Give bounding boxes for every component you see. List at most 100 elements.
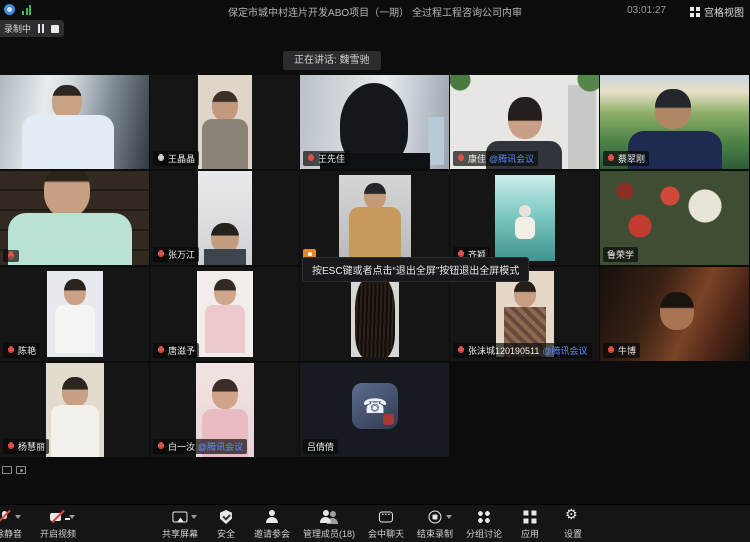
mic-muted-icon [307,154,315,164]
video-placeholder [198,171,252,265]
video-tile[interactable]: 蔡翠刚 [600,75,749,169]
settings-icon [565,509,581,525]
person-head [655,89,691,129]
person-head [214,279,236,305]
participant-name-label: 鲁荣学 [603,247,638,262]
toolbar-button-mic-off[interactable]: 解除静音 [0,509,22,540]
toolbar-button-shield[interactable]: 安全 [211,509,241,540]
person-body [202,119,248,169]
video-tile[interactable]: 唐滋予 [150,267,299,361]
toolbar-button-apps[interactable]: 应用 [515,509,545,540]
stop-record-icon [429,511,442,524]
mic-muted-icon [607,346,615,356]
meeting-window: 保定市城中村连片开发ABO项目（一期） 全过程工程咨询公司内审 03:01:27… [0,0,750,542]
person-head [52,85,82,119]
toolbar-button-invite[interactable]: 邀请参会 [254,509,290,540]
mini-camera-icon[interactable] [16,466,26,474]
participant-name-label: 康佳@腾讯会议 [453,151,538,166]
person-head [355,275,395,357]
video-tile[interactable]: 康佳@腾讯会议 [450,75,599,169]
person-head [352,383,398,429]
mic-muted-icon [457,346,465,356]
mic-muted-icon [157,442,165,452]
participant-name-label: 唐滋予 [153,343,199,358]
video-tile[interactable]: 杨慧丽 [0,363,149,457]
person-head [212,379,238,409]
toolbar-iconbox [171,509,189,525]
toolbar-button-members[interactable]: 管理成员(18) [303,509,355,540]
person-body [55,305,95,353]
participant-name: 蔡翠刚 [618,152,645,165]
recording-label: 录制中 [4,22,31,35]
video-tile[interactable] [0,75,149,169]
person-body [22,115,114,169]
participant-name: 康佳 [468,152,486,165]
participant-name-label: 白一汝@腾讯会议 [153,439,247,454]
participant-name: 张沫城120190511 [468,344,539,357]
person-head [519,205,531,217]
video-placeholder [351,271,399,357]
chevron-down-icon[interactable] [446,515,452,522]
video-placeholder [47,271,103,357]
video-tile[interactable] [300,171,449,265]
toolbar-iconbox [564,509,582,525]
video-placeholder [495,175,555,261]
toolbar-button-label: 开启视频 [40,527,76,540]
chevron-down-icon[interactable] [191,515,197,522]
grid-view-label: 宫格视图 [704,4,744,19]
grid-view-toggle[interactable]: 宫格视图 [690,4,744,19]
breakout-icon [478,511,491,524]
video-tile[interactable]: 牛博 [600,267,749,361]
chevron-down-icon[interactable] [15,515,21,522]
toolbar-iconbox [0,509,13,525]
video-tile[interactable]: 白一汝@腾讯会议 [150,363,299,457]
video-tile[interactable]: 王先佳 [300,75,449,169]
person-body [515,217,535,239]
toolbar-button-label: 安全 [217,527,235,540]
video-tile[interactable]: 吕倩倩 [300,363,449,457]
toolbar-button-chat[interactable]: 会中聊天 [368,509,404,540]
toolbar-button-label: 结束录制 [417,527,453,540]
stop-recording-icon[interactable] [51,25,59,33]
video-tile[interactable]: 王晶晶 [150,75,299,169]
toolbar-button-camera-off[interactable]: 开启视频 [40,509,76,540]
now-speaking-banner: 正在讲话: 魏雪驰 [283,51,381,70]
participant-name: 鲁荣学 [607,248,634,261]
video-tile[interactable]: 陈艳 [0,267,149,361]
toolbar-button-share-screen[interactable]: 共享屏幕 [162,509,198,540]
person-head [44,171,90,217]
mic-muted-icon [7,251,15,261]
pause-recording-icon[interactable] [38,24,44,33]
corner-mini-controls [2,466,26,474]
video-tile[interactable]: 齐颖 [450,171,599,265]
chevron-down-icon[interactable] [69,515,75,522]
participant-name-label: 吕倩倩 [303,439,338,454]
chat-icon [379,512,393,523]
toolbar-iconbox [217,509,235,525]
toolbar-button-label: 管理成员(18) [303,527,355,540]
toolbar-button-label: 应用 [521,527,539,540]
toolbar-iconbox [263,509,281,525]
toolbar-iconbox [426,509,444,525]
participant-name-label: 王晶晶 [153,151,199,166]
toolbar-button-breakout[interactable]: 分组讨论 [466,509,502,540]
mini-screen-icon[interactable] [2,466,12,474]
top-status-bar: 保定市城中村连片开发ABO项目（一期） 全过程工程咨询公司内审 03:01:27… [0,0,750,20]
participant-name: 白一汝 [168,440,195,453]
video-tile[interactable]: 张万江 [150,171,299,265]
toolbar-iconbox [49,509,67,525]
participant-name-label: 张沫城120190511@腾讯会议 [453,343,592,358]
video-tile[interactable] [0,171,149,265]
participant-name: 唐滋予 [168,344,195,357]
mic-off-icon [0,510,11,524]
mic-muted-icon [157,154,165,164]
person-head [660,292,694,330]
video-tile[interactable]: 鲁荣学 [600,171,749,265]
recording-indicator: 录制中 [0,20,64,37]
toolbar-button-label: 解除静音 [0,527,22,540]
participant-name: 牛博 [618,344,636,357]
toolbar-button-stop-record[interactable]: 结束录制 [417,509,453,540]
network-signal-icon [22,4,33,15]
meeting-title: 保定市城中村连片开发ABO项目（一期） 全过程工程咨询公司内审 [228,4,522,19]
toolbar-button-settings[interactable]: 设置 [558,509,588,540]
